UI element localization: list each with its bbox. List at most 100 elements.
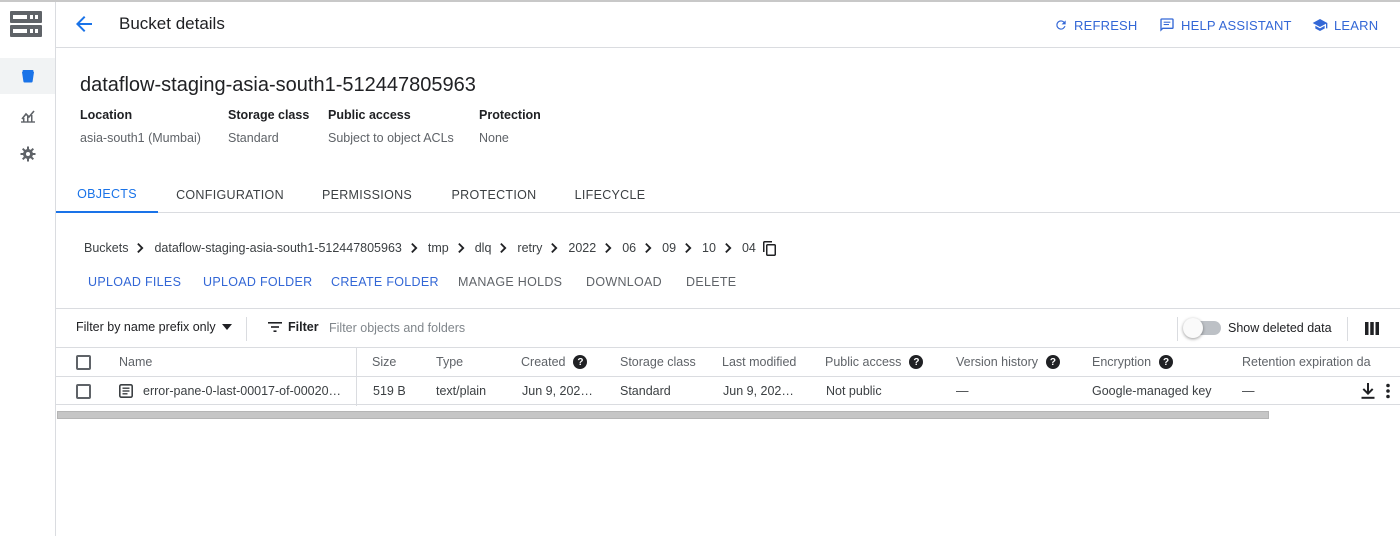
tab-configuration[interactable]: CONFIGURATION bbox=[173, 176, 287, 213]
cell-last-modified: Jun 9, 202… bbox=[723, 383, 794, 398]
refresh-button[interactable]: REFRESH bbox=[1054, 15, 1138, 35]
cell-storage-class: Standard bbox=[620, 383, 671, 398]
col-created[interactable]: Created ? bbox=[521, 348, 588, 376]
left-nav-rail bbox=[0, 2, 56, 536]
chevron-right-icon bbox=[132, 238, 150, 258]
col-public-access-label: Public access bbox=[825, 355, 902, 369]
chevron-right-icon bbox=[640, 238, 658, 258]
upload-folder-button[interactable]: UPLOAD FOLDER bbox=[203, 275, 312, 289]
page-header: Bucket details REFRESH HELP ASSISTANT LE… bbox=[56, 2, 1400, 48]
delete-button[interactable]: DELETE bbox=[686, 275, 736, 289]
col-version-history[interactable]: Version history ? bbox=[956, 348, 1060, 376]
col-encryption-label: Encryption bbox=[1092, 355, 1152, 369]
breadcrumb: Buckets dataflow-staging-asia-south1-512… bbox=[84, 238, 776, 258]
breadcrumb-folder[interactable]: tmp bbox=[428, 241, 449, 255]
col-retention-expiration[interactable]: Retention expiration da bbox=[1242, 348, 1390, 376]
divider bbox=[1177, 317, 1178, 341]
meta-label: Public access bbox=[328, 108, 411, 122]
copy-icon[interactable] bbox=[762, 240, 776, 256]
breadcrumb-folder[interactable]: 10 bbox=[702, 241, 716, 255]
chevron-right-icon bbox=[546, 238, 564, 258]
nav-monitoring[interactable] bbox=[0, 98, 55, 134]
meta-value: None bbox=[479, 131, 509, 145]
meta-value: asia-south1 (Mumbai) bbox=[80, 131, 201, 145]
help-assistant-button[interactable]: HELP ASSISTANT bbox=[1159, 15, 1292, 35]
chevron-right-icon bbox=[495, 238, 513, 258]
col-type[interactable]: Type bbox=[436, 348, 463, 376]
cell-name[interactable]: error-pane-0-last-00017-of-00020… bbox=[119, 377, 351, 404]
chart-icon bbox=[20, 110, 35, 123]
cell-type: text/plain bbox=[436, 383, 487, 398]
col-storage-class[interactable]: Storage class bbox=[620, 348, 696, 376]
col-public-access[interactable]: Public access ? bbox=[825, 348, 924, 376]
breadcrumb-bucket[interactable]: dataflow-staging-asia-south1-51244780596… bbox=[154, 241, 401, 255]
divider bbox=[246, 317, 247, 341]
cell-public-access: Not public bbox=[826, 383, 882, 398]
col-encryption[interactable]: Encryption ? bbox=[1092, 348, 1174, 376]
show-deleted-toggle[interactable] bbox=[1183, 318, 1221, 338]
tab-objects[interactable]: OBJECTS bbox=[56, 176, 158, 213]
meta-storage-class: Storage class Standard bbox=[228, 108, 309, 145]
dropdown-arrow-icon bbox=[221, 324, 232, 330]
breadcrumb-folder[interactable]: dlq bbox=[475, 241, 492, 255]
help-icon[interactable]: ? bbox=[1159, 355, 1174, 369]
learn-button[interactable]: LEARN bbox=[1312, 15, 1378, 35]
select-all-checkbox[interactable] bbox=[76, 355, 91, 370]
back-arrow-icon[interactable] bbox=[72, 12, 96, 36]
meta-value: Subject to object ACLs bbox=[328, 131, 454, 145]
col-created-label: Created bbox=[521, 355, 566, 369]
col-version-history-label: Version history bbox=[956, 355, 1038, 369]
tab-permissions[interactable]: PERMISSIONS bbox=[318, 176, 416, 213]
chevron-right-icon bbox=[720, 238, 738, 258]
filter-mode-label: Filter by name prefix only bbox=[76, 320, 216, 334]
breadcrumb-folder[interactable]: retry bbox=[517, 241, 542, 255]
objects-table: Name Size Type Created ? Storage class L… bbox=[56, 348, 1400, 406]
filter-button[interactable]: Filter bbox=[268, 320, 319, 334]
download-button[interactable]: DOWNLOAD bbox=[586, 275, 662, 289]
meta-public-access: Public access Subject to object ACLs bbox=[328, 108, 454, 145]
cell-encryption: Google-managed key bbox=[1092, 383, 1212, 398]
row-checkbox[interactable] bbox=[76, 384, 91, 399]
nav-settings[interactable] bbox=[0, 136, 55, 172]
breadcrumb-current: 04 bbox=[741, 241, 756, 255]
cloud-storage-logo-icon bbox=[10, 11, 42, 37]
breadcrumb-folder[interactable]: 06 bbox=[622, 241, 636, 255]
meta-location: Location asia-south1 (Mumbai) bbox=[80, 108, 201, 145]
filter-mode-select[interactable]: Filter by name prefix only bbox=[76, 320, 232, 334]
filter-list-icon bbox=[268, 322, 282, 332]
chevron-right-icon bbox=[406, 238, 424, 258]
table-header: Name Size Type Created ? Storage class L… bbox=[56, 348, 1400, 377]
help-icon[interactable]: ? bbox=[1045, 355, 1060, 369]
column-display-icon[interactable] bbox=[1365, 322, 1379, 335]
chevron-right-icon bbox=[453, 238, 471, 258]
horizontal-scrollbar[interactable] bbox=[57, 411, 1269, 419]
meta-protection: Protection None bbox=[479, 108, 541, 145]
table-row[interactable]: error-pane-0-last-00017-of-00020… 519 B … bbox=[56, 377, 1400, 405]
tab-protection[interactable]: PROTECTION bbox=[446, 176, 542, 213]
filter-input[interactable] bbox=[329, 317, 829, 339]
bucket-icon bbox=[21, 70, 34, 83]
breadcrumb-folder[interactable]: 2022 bbox=[568, 241, 596, 255]
breadcrumb-buckets[interactable]: Buckets bbox=[84, 241, 128, 255]
upload-files-button[interactable]: UPLOAD FILES bbox=[88, 275, 181, 289]
col-name[interactable]: Name bbox=[119, 348, 152, 376]
cell-created: Jun 9, 202… bbox=[522, 383, 593, 398]
file-icon bbox=[119, 383, 133, 398]
help-icon[interactable]: ? bbox=[573, 355, 588, 369]
col-last-modified[interactable]: Last modified bbox=[722, 348, 796, 376]
tab-lifecycle[interactable]: LIFECYCLE bbox=[572, 176, 648, 213]
more-vert-icon[interactable] bbox=[1385, 383, 1391, 399]
nav-buckets[interactable] bbox=[0, 58, 55, 94]
create-folder-button[interactable]: CREATE FOLDER bbox=[331, 275, 439, 289]
show-deleted-label: Show deleted data bbox=[1228, 321, 1332, 335]
col-size[interactable]: Size bbox=[372, 348, 396, 376]
file-name-link[interactable]: error-pane-0-last-00017-of-00020… bbox=[143, 384, 341, 398]
page-title: Bucket details bbox=[119, 14, 225, 33]
chat-icon bbox=[1160, 18, 1174, 32]
help-icon[interactable]: ? bbox=[909, 355, 924, 369]
cell-version-history: — bbox=[956, 383, 969, 398]
breadcrumb-folder[interactable]: 09 bbox=[662, 241, 676, 255]
manage-holds-button[interactable]: MANAGE HOLDS bbox=[458, 275, 562, 289]
meta-label: Storage class bbox=[228, 108, 310, 122]
download-icon[interactable] bbox=[1361, 383, 1375, 399]
